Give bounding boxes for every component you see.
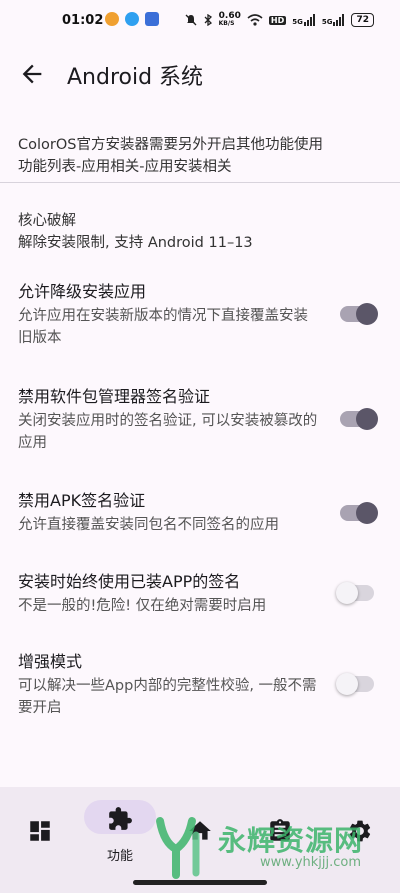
pref-title: 禁用软件包管理器签名验证 [18, 387, 211, 406]
notice-line-1: ColorOS官方安装器需要另外开启其他功能使用 [18, 137, 323, 153]
top-app-bar: Android 系统 [0, 50, 400, 98]
signal-icon [303, 14, 315, 26]
signal-icon [333, 14, 345, 26]
pref-summary: 可以解决一些App内部的完整性校验, 一般不需要开启 [18, 678, 317, 716]
nav-item-logs[interactable] [240, 801, 320, 871]
pref-summary: 允许应用在安装新版本的情况下直接覆盖安装旧版本 [18, 308, 308, 346]
switch-thumb [336, 673, 358, 695]
extension-icon [109, 807, 132, 830]
nav-label: 功能 [106, 849, 133, 864]
bottom-navigation: 功能 [0, 787, 400, 893]
pref-summary: 允许直接覆盖安装同包名不同签名的应用 [18, 517, 279, 533]
pref-title: 增强模式 [18, 652, 83, 671]
nav-item-settings[interactable] [320, 801, 400, 871]
notice-line-2: 功能列表-应用相关-应用安装相关 [18, 159, 232, 175]
hd-badge: HD [268, 15, 287, 25]
pref-title: 允许降级安装应用 [18, 282, 147, 301]
back-arrow-icon[interactable] [18, 60, 46, 88]
section-title: 核心破解 [18, 213, 76, 229]
clipboard-icon [270, 819, 290, 841]
qq-icon [125, 12, 139, 26]
pref-use-installed-signature[interactable]: 安装时始终使用已装APP的签名 不是一般的!危险! 仅在绝对需要时启用 [0, 571, 400, 621]
switch-thumb [356, 408, 378, 430]
gear-icon [349, 820, 371, 842]
switch-thumb [356, 502, 378, 524]
app-notification-icon [145, 12, 159, 26]
dashboard-icon [30, 821, 50, 841]
pref-title: 禁用APK签名验证 [18, 491, 146, 510]
pref-enhanced-mode[interactable]: 增强模式 可以解决一些App内部的完整性校验, 一般不需要开启 [0, 651, 400, 723]
section-subtitle: 解除安装限制, 支持 Android 11–13 [18, 235, 253, 251]
pref-disable-apk-signature[interactable]: 禁用APK签名验证 允许直接覆盖安装同包名不同签名的应用 [0, 490, 400, 540]
signal-5g-1: 5G [292, 14, 316, 26]
nav-item-dashboard[interactable] [0, 801, 80, 871]
battery-indicator: 72 [351, 13, 374, 27]
net-speed: 0.60 KB/S [218, 11, 241, 28]
notification-icons [105, 12, 159, 26]
wifi-icon [247, 14, 263, 26]
status-time: 01:02 [62, 13, 104, 28]
pref-allow-downgrade[interactable]: 允许降级安装应用 允许应用在安装新版本的情况下直接覆盖安装旧版本 [0, 281, 400, 353]
switch-thumb [356, 303, 378, 325]
pref-disable-pm-signature[interactable]: 禁用软件包管理器签名验证 关闭安装应用时的签名验证, 可以安装被篡改的应用 [0, 386, 400, 458]
status-indicators: 0.60 KB/S HD 5G 5G 72 [185, 12, 374, 28]
toggle-switch[interactable] [336, 673, 374, 695]
divider [0, 182, 400, 183]
toggle-switch[interactable] [340, 502, 378, 524]
pref-summary: 不是一般的!危险! 仅在绝对需要时启用 [18, 598, 267, 614]
switch-thumb [336, 582, 358, 604]
signal-5g-2: 5G [322, 14, 346, 26]
heart-app-icon [105, 12, 119, 26]
pref-title: 安装时始终使用已装APP的签名 [18, 572, 241, 591]
pref-summary: 关闭安装应用时的签名验证, 可以安装被篡改的应用 [18, 413, 318, 451]
home-icon [189, 821, 211, 840]
mute-icon [185, 14, 197, 26]
toggle-switch[interactable] [340, 408, 378, 430]
page-title: Android 系统 [67, 65, 204, 90]
nav-item-features[interactable]: 功能 [80, 801, 160, 871]
home-indicator[interactable] [133, 880, 267, 885]
bluetooth-icon [204, 14, 212, 26]
toggle-switch[interactable] [340, 303, 378, 325]
notice-text: ColorOS官方安装器需要另外开启其他功能使用 功能列表-应用相关-应用安装相… [18, 134, 388, 178]
nav-item-home[interactable] [160, 801, 240, 871]
toggle-switch[interactable] [336, 582, 374, 604]
status-bar: 01:02 0.60 KB/S HD 5G 5G 72 [0, 0, 400, 44]
